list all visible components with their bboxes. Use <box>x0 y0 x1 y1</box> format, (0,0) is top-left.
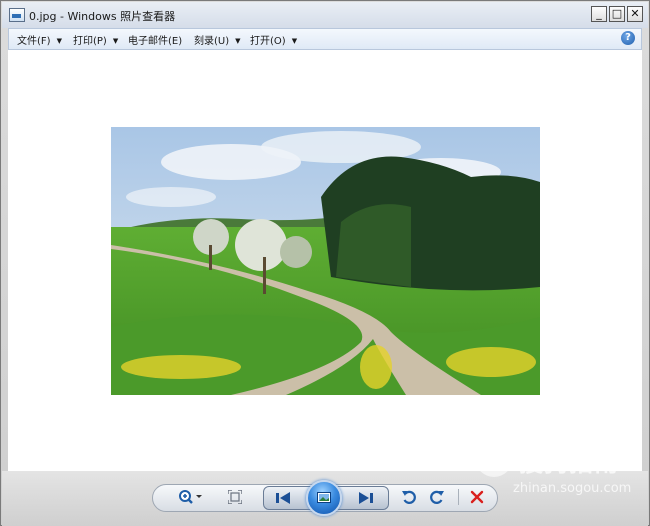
sogou-logo-icon <box>475 439 513 477</box>
menu-print-label: 打印(P) <box>73 36 107 47</box>
menu-email[interactable]: 电子邮件(E) <box>128 32 182 47</box>
previous-icon[interactable] <box>275 491 291 505</box>
fit-window-icon[interactable] <box>228 490 242 504</box>
chevron-down-icon: ▼ <box>235 37 241 45</box>
menu-email-label: 电子邮件(E) <box>128 36 183 47</box>
maximize-button[interactable]: □ <box>609 6 625 22</box>
help-icon[interactable]: ? <box>621 31 635 45</box>
menu-print[interactable]: 打印(P) ▼ <box>73 32 118 47</box>
watermark-url: zhinan.sogou.com <box>513 481 632 496</box>
window-title: 0.jpg - Windows 照片查看器 <box>29 10 176 23</box>
toolbar-divider <box>458 489 459 505</box>
photo-viewer-window: 0.jpg - Windows 照片查看器 _ □ ✕ 文件(F) ▼ 打印(P)… <box>0 0 650 526</box>
menu-file-label: 文件(F) <box>17 36 51 47</box>
rotate-counterclockwise-icon[interactable] <box>401 489 417 505</box>
slideshow-button[interactable] <box>306 480 342 516</box>
image-viewer-area <box>8 50 642 471</box>
watermark-text: 搜狗指南 <box>519 449 619 477</box>
zoom-icon[interactable] <box>178 489 204 505</box>
menu-file[interactable]: 文件(F) ▼ <box>17 32 62 47</box>
chevron-down-icon: ▼ <box>112 37 119 45</box>
chevron-down-icon: ▼ <box>291 37 298 45</box>
app-icon <box>9 8 25 22</box>
chevron-down-icon: ▼ <box>56 37 62 45</box>
menu-burn-label: 刻录(U) <box>194 36 230 47</box>
title-bar[interactable]: 0.jpg - Windows 照片查看器 _ □ ✕ <box>2 2 648 28</box>
close-button[interactable]: ✕ <box>627 6 643 22</box>
menu-open-label: 打开(O) <box>250 36 286 47</box>
slideshow-icon <box>317 492 331 503</box>
menu-bar: 文件(F) ▼ 打印(P) ▼ 电子邮件(E) 刻录(U) ▼ 打开(O) ▼ ? <box>8 28 642 50</box>
rotate-clockwise-icon[interactable] <box>429 489 445 505</box>
menu-open[interactable]: 打开(O) ▼ <box>250 32 297 47</box>
menu-burn[interactable]: 刻录(U) ▼ <box>194 32 241 47</box>
sogou-watermark: 搜狗指南 zhinan.sogou.com <box>475 437 640 507</box>
minimize-button[interactable]: _ <box>591 6 607 22</box>
landscape-photo <box>111 127 540 395</box>
next-icon[interactable] <box>358 491 374 505</box>
